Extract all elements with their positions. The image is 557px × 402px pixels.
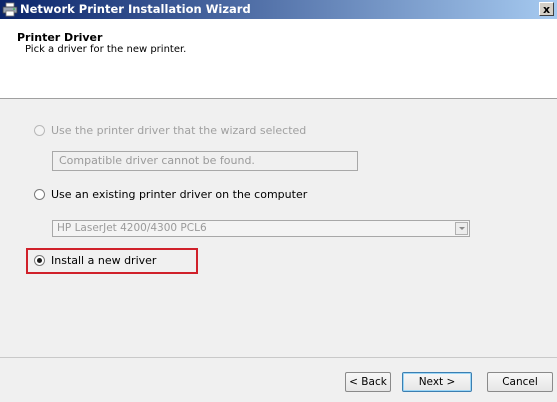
window-title: Network Printer Installation Wizard [20,2,251,16]
page-title: Printer Driver [17,31,103,44]
option-wizard-selected-driver[interactable]: Use the printer driver that the wizard s… [34,124,334,138]
wizard-header: Printer Driver Pick a driver for the new… [0,19,557,99]
chevron-down-icon[interactable] [455,222,468,235]
highlight-box [26,248,198,274]
option-label: Use an existing printer driver on the co… [51,188,308,201]
existing-driver-value: HP LaserJet 4200/4300 PCL6 [57,222,207,234]
footer-divider [0,357,557,358]
title-bar[interactable]: Network Printer Installation Wizard x [0,0,557,19]
page-subtitle: Pick a driver for the new printer. [25,44,187,55]
radio-existing-driver[interactable] [34,189,45,200]
radio-wizard-selected-driver[interactable] [34,125,45,136]
close-button[interactable]: x [539,2,554,16]
back-button[interactable]: < Back [345,372,391,392]
wizard-window: Network Printer Installation Wizard x Pr… [0,0,557,402]
cancel-button[interactable]: Cancel [487,372,553,392]
option-label: Use the printer driver that the wizard s… [51,124,307,137]
close-icon: x [542,3,551,16]
option-existing-driver[interactable]: Use an existing printer driver on the co… [34,188,334,202]
printer-icon [2,2,18,17]
next-button[interactable]: Next > [402,372,472,392]
selected-driver-field: Compatible driver cannot be found. [52,151,358,171]
existing-driver-select[interactable]: HP LaserJet 4200/4300 PCL6 [52,220,470,237]
